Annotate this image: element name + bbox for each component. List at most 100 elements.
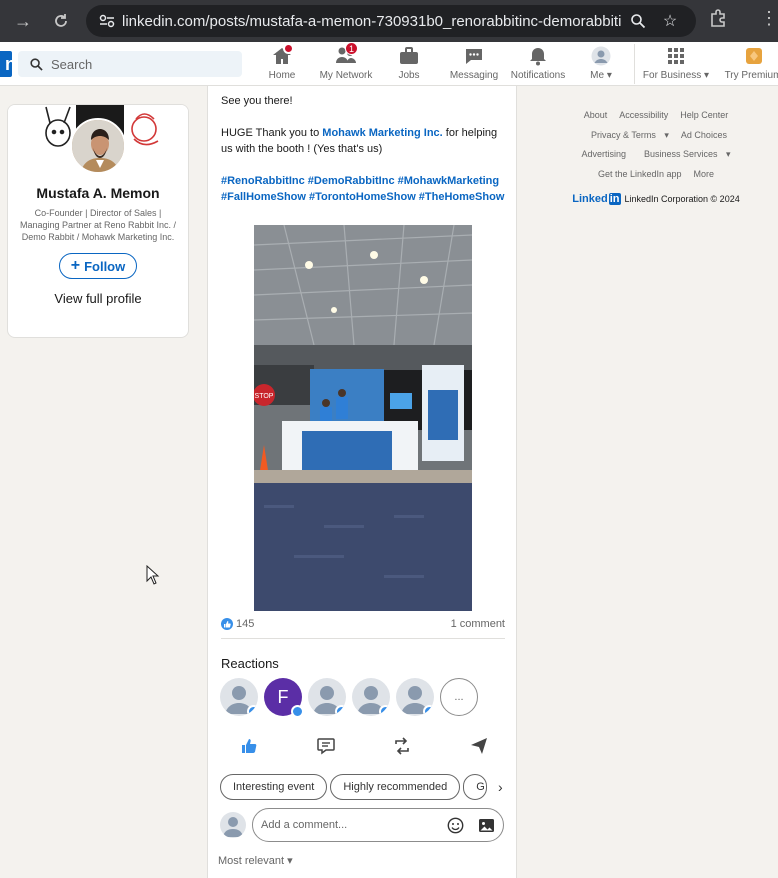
reactor-avatar[interactable] <box>352 678 390 716</box>
like-button[interactable] <box>234 736 264 756</box>
nav-divider <box>634 44 635 84</box>
reactor-avatar[interactable]: F <box>264 678 304 718</box>
nav-jobs[interactable]: Jobs <box>374 46 444 81</box>
search-icon <box>30 57 43 71</box>
reactors-list: F ... <box>220 678 484 718</box>
comment-button[interactable] <box>311 736 341 756</box>
nav-notifications[interactable]: Notifications <box>503 46 573 81</box>
like-badge-icon <box>247 705 258 716</box>
search-placeholder: Search <box>51 56 93 72</box>
reactor-avatar[interactable] <box>308 678 346 716</box>
nav-me-label: Me ▾ <box>590 70 612 81</box>
people-icon: 1 <box>335 42 359 66</box>
reactions-heading: Reactions <box>221 656 279 671</box>
footer-link[interactable]: Help Center <box>680 110 728 120</box>
linkedin-header: n Search Home 1 My Network Jobs Messagin… <box>0 42 778 86</box>
comment-icon <box>316 738 335 755</box>
nav-for-business[interactable]: For Business ▾ <box>641 46 711 81</box>
reactor-avatar[interactable] <box>396 678 434 716</box>
nav-home-label: Home <box>268 70 296 81</box>
reactor-avatar[interactable] <box>220 678 258 716</box>
nav-me[interactable]: Me ▾ <box>566 46 636 81</box>
bell-icon <box>527 46 549 66</box>
repost-icon <box>395 737 410 755</box>
footer-row: Get the LinkedIn app More <box>556 165 756 185</box>
footer-link[interactable]: Ad Choices <box>681 130 727 140</box>
profile-banner <box>8 105 188 174</box>
footer-link[interactable]: Advertising <box>581 149 626 159</box>
profile-name[interactable]: Mustafa A. Memon <box>8 185 188 201</box>
more-reactors-button[interactable]: ... <box>440 678 478 716</box>
comment-composer: Add a comment... <box>220 808 504 842</box>
comment-placeholder: Add a comment... <box>261 819 348 831</box>
linkedin-logo[interactable]: n <box>0 51 12 77</box>
footer-copyright: Linked in LinkedIn Corporation © 2024 <box>556 190 756 210</box>
svg-text:STOP: STOP <box>255 393 274 400</box>
footer-link[interactable]: Accessibility <box>619 110 668 120</box>
like-count[interactable]: 145 <box>221 618 254 630</box>
image-icon[interactable] <box>478 817 495 837</box>
like-badge-icon <box>335 705 346 716</box>
messaging-icon <box>463 46 485 66</box>
follow-label: Follow <box>84 258 126 274</box>
footer-row: Privacy & Terms ▾ Ad Choices <box>556 126 756 146</box>
footer-link[interactable]: Business Services ▾ <box>638 149 731 159</box>
comment-count[interactable]: 1 comment <box>451 618 505 630</box>
post-image[interactable]: STOP <box>254 225 472 611</box>
like-badge-icon <box>423 705 434 716</box>
briefcase-icon <box>398 46 420 66</box>
nav-my-network-label: My Network <box>319 70 373 81</box>
post-card: See you there! HUGE Thank you to Mohawk … <box>207 86 517 878</box>
profile-avatar[interactable] <box>70 118 126 174</box>
me-avatar-icon <box>591 46 611 66</box>
send-button[interactable] <box>464 736 494 756</box>
linkedin-wordmark: Linked in <box>572 193 621 205</box>
nav-messaging-label: Messaging <box>449 70 499 81</box>
post-actions <box>234 736 494 756</box>
repost-button[interactable] <box>387 736 417 756</box>
zoom-icon[interactable] <box>622 13 654 29</box>
browser-menu-icon[interactable]: ⋮ <box>760 8 778 29</box>
premium-icon <box>744 46 762 66</box>
nav-try-premium-label: Try Premium <box>724 70 778 81</box>
footer-row: Advertising Business Services ▾ <box>556 145 756 165</box>
chevron-right-icon[interactable]: › <box>498 779 503 795</box>
reload-icon[interactable] <box>46 6 76 36</box>
view-full-profile-link[interactable]: View full profile <box>8 291 188 306</box>
suggested-comment-chip[interactable]: Highly recommended <box>330 774 461 800</box>
suggested-comment-chip[interactable]: G <box>463 774 488 800</box>
thumbs-up-icon <box>242 739 257 753</box>
footer-link[interactable]: About <box>584 110 608 120</box>
post-thanks: HUGE Thank you to Mohawk Marketing Inc. … <box>221 127 498 155</box>
url-text[interactable]: linkedin.com/posts/mustafa-a-memon-73093… <box>122 13 622 30</box>
emoji-icon[interactable] <box>447 817 464 837</box>
forward-icon[interactable]: → <box>8 6 38 36</box>
nav-messaging[interactable]: Messaging <box>439 46 509 81</box>
nav-for-business-label: For Business ▾ <box>642 70 710 81</box>
footer-link[interactable]: Get the LinkedIn app <box>598 169 682 179</box>
site-settings-icon[interactable] <box>92 14 122 28</box>
comment-sort-dropdown[interactable]: Most relevant ▾ <box>218 854 293 867</box>
send-icon <box>470 738 487 754</box>
nav-my-network[interactable]: 1 My Network <box>311 42 381 81</box>
search-input[interactable]: Search <box>18 51 242 77</box>
footer-link[interactable]: More <box>694 169 715 179</box>
mouse-cursor-icon <box>146 564 160 590</box>
my-avatar <box>220 812 246 838</box>
mention-link[interactable]: Mohawk Marketing Inc. <box>322 127 442 139</box>
suggested-comment-chip[interactable]: Interesting event <box>220 774 328 800</box>
extensions-icon[interactable] <box>708 8 728 33</box>
nav-try-premium[interactable]: Try Premium <box>718 46 778 81</box>
follow-button[interactable]: + Follow <box>59 253 137 279</box>
plus-icon: + <box>70 257 81 274</box>
post-hashtags[interactable]: #RenoRabbitInc #DemoRabbitInc #MohawkMar… <box>221 173 509 205</box>
browser-toolbar: → linkedin.com/posts/mustafa-a-memon-730… <box>0 0 778 42</box>
profile-card: Mustafa A. Memon Co-Founder | Director o… <box>7 104 189 338</box>
comment-input[interactable]: Add a comment... <box>252 808 504 842</box>
nav-home[interactable]: Home <box>247 43 317 81</box>
profile-headline: Co-Founder | Director of Sales | Managin… <box>19 208 177 242</box>
address-bar[interactable]: linkedin.com/posts/mustafa-a-memon-73093… <box>86 5 696 37</box>
bookmark-star-icon[interactable]: ☆ <box>654 11 686 31</box>
nav-jobs-label: Jobs <box>398 70 420 81</box>
footer-link[interactable]: Privacy & Terms ▾ <box>585 130 669 140</box>
